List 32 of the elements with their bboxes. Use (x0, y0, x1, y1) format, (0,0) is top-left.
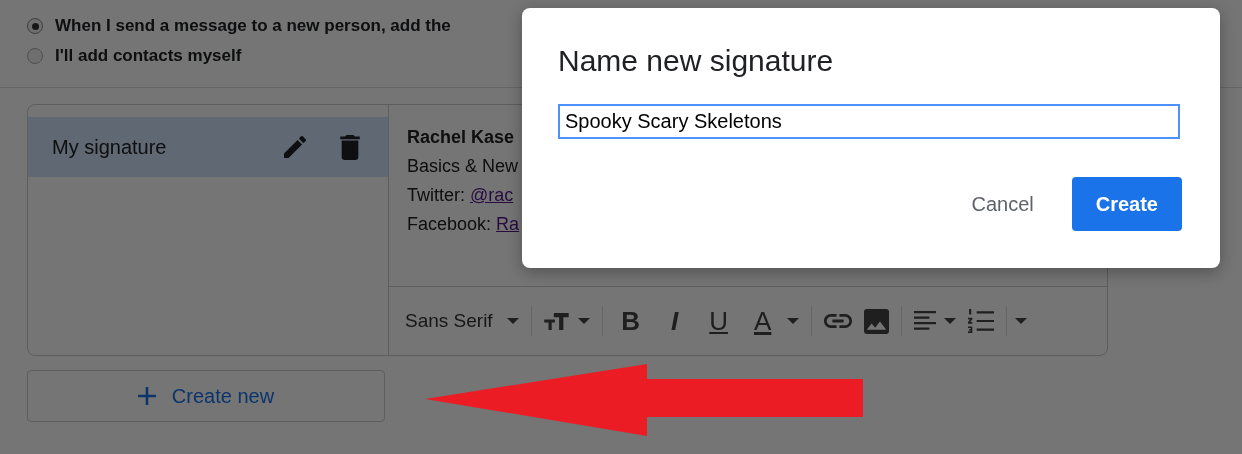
format-button[interactable]: B (614, 305, 647, 337)
signature-link[interactable]: Ra (496, 214, 520, 234)
create-new-button[interactable]: Create new (27, 370, 385, 422)
input-field[interactable]: Spooky Scary Skeletons (558, 104, 1180, 139)
radio-label: I'll add contacts myself (55, 46, 242, 66)
signature-link[interactable]: @rac (470, 185, 514, 205)
trash-icon[interactable] (340, 134, 360, 160)
signature-line: Basics & New (407, 156, 519, 176)
caret-icon[interactable] (786, 318, 799, 324)
signature-item[interactable]: My signature (28, 117, 388, 177)
plus-icon (137, 387, 156, 405)
radio-button[interactable] (27, 18, 43, 34)
font-dropdown[interactable]: Sans Serif (405, 310, 493, 332)
caret-icon[interactable] (943, 318, 956, 324)
align-icon[interactable] (913, 311, 936, 331)
caret-icon[interactable] (506, 318, 519, 324)
format-button[interactable]: I (658, 305, 691, 337)
pencil-icon[interactable] (284, 136, 306, 158)
text-size-icon[interactable] (543, 312, 570, 330)
signature-line: Facebook: (407, 214, 493, 234)
caret-icon[interactable] (577, 318, 590, 324)
format-button[interactable]: U (702, 305, 735, 337)
signature-line: Twitter: (407, 185, 466, 205)
radio-button[interactable] (27, 48, 43, 64)
dialog-title: Name new signature (558, 44, 835, 78)
create-button[interactable]: Create (1071, 177, 1182, 231)
radio-label: When I send a message to a new person, add the (55, 16, 451, 36)
image-icon[interactable] (863, 308, 889, 334)
format-button[interactable]: A (746, 305, 779, 337)
link-icon[interactable] (823, 314, 852, 328)
caret-icon[interactable] (1014, 318, 1027, 324)
numbered-list-icon[interactable] (967, 309, 994, 333)
